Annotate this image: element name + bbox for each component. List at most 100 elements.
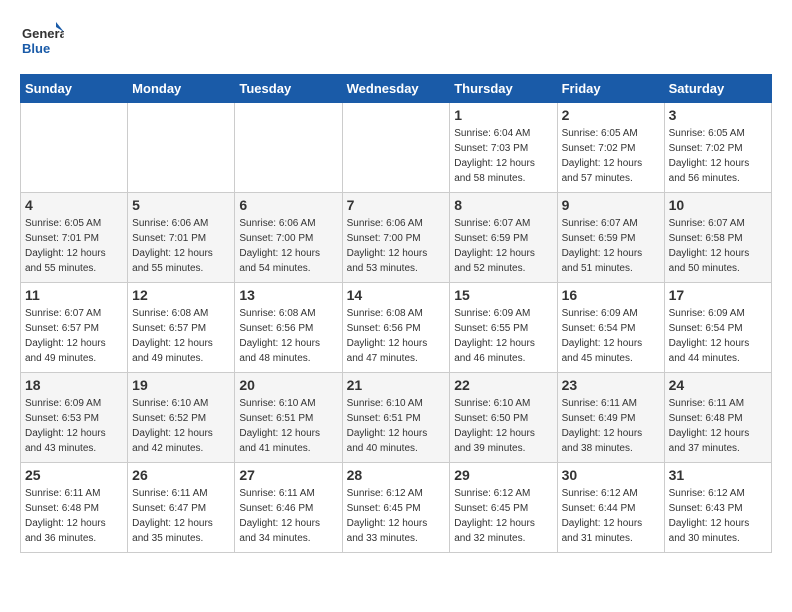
- day-number: 18: [25, 377, 123, 393]
- day-number: 29: [454, 467, 552, 483]
- day-cell-18: 18 Sunrise: 6:09 AMSunset: 6:53 PMDayligh…: [21, 373, 128, 463]
- day-info: Sunrise: 6:06 AMSunset: 7:00 PMDaylight:…: [239, 216, 337, 276]
- day-info: Sunrise: 6:10 AMSunset: 6:51 PMDaylight:…: [239, 396, 337, 456]
- day-number: 12: [132, 287, 230, 303]
- weekday-header-saturday: Saturday: [664, 75, 771, 103]
- day-cell-10: 10Sunrise: 6:07 AMSunset: 6:58 PMDayligh…: [664, 193, 771, 283]
- calendar-table: SundayMondayTuesdayWednesdayThursdayFrid…: [20, 74, 772, 553]
- day-cell-9: 9 Sunrise: 6:07 AMSunset: 6:59 PMDaylight…: [557, 193, 664, 283]
- week-row-3: 11Sunrise: 6:07 AMSunset: 6:57 PMDayligh…: [21, 283, 772, 373]
- day-number: 30: [562, 467, 660, 483]
- day-number: 5: [132, 197, 230, 213]
- day-info: Sunrise: 6:11 AMSunset: 6:48 PMDaylight:…: [25, 486, 123, 546]
- day-info: Sunrise: 6:10 AMSunset: 6:52 PMDaylight:…: [132, 396, 230, 456]
- day-info: Sunrise: 6:11 AMSunset: 6:48 PMDaylight:…: [669, 396, 767, 456]
- day-cell-25: 25Sunrise: 6:11 AMSunset: 6:48 PMDayligh…: [21, 463, 128, 553]
- week-row-4: 18 Sunrise: 6:09 AMSunset: 6:53 PMDayligh…: [21, 373, 772, 463]
- day-info: Sunrise: 6:07 AMSunset: 6:57 PMDaylight:…: [25, 306, 123, 366]
- day-cell-23: 23 Sunrise: 6:11 AMSunset: 6:49 PMDayligh…: [557, 373, 664, 463]
- day-number: 27: [239, 467, 337, 483]
- day-number: 1: [454, 107, 552, 123]
- day-info: Sunrise: 6:08 AMSunset: 6:56 PMDaylight:…: [239, 306, 337, 366]
- day-info: Sunrise: 6:07 AMSunset: 6:59 PMDaylight:…: [562, 216, 660, 276]
- empty-cell: [21, 103, 128, 193]
- day-number: 9: [562, 197, 660, 213]
- day-number: 13: [239, 287, 337, 303]
- day-info: Sunrise: 6:07 AMSunset: 6:59 PMDaylight:…: [454, 216, 552, 276]
- day-cell-2: 2Sunrise: 6:05 AMSunset: 7:02 PMDaylight…: [557, 103, 664, 193]
- day-info: Sunrise: 6:05 AMSunset: 7:02 PMDaylight:…: [669, 126, 767, 186]
- day-cell-1: 1 Sunrise: 6:04 AMSunset: 7:03 PMDaylight…: [450, 103, 557, 193]
- day-cell-19: 19 Sunrise: 6:10 AMSunset: 6:52 PMDayligh…: [128, 373, 235, 463]
- day-cell-8: 8 Sunrise: 6:07 AMSunset: 6:59 PMDaylight…: [450, 193, 557, 283]
- day-cell-21: 21Sunrise: 6:10 AMSunset: 6:51 PMDayligh…: [342, 373, 450, 463]
- day-info: Sunrise: 6:12 AMSunset: 6:45 PMDaylight:…: [347, 486, 446, 546]
- day-number: 24: [669, 377, 767, 393]
- day-info: Sunrise: 6:04 AMSunset: 7:03 PMDaylight:…: [454, 126, 552, 186]
- day-info: Sunrise: 6:09 AMSunset: 6:54 PMDaylight:…: [562, 306, 660, 366]
- day-number: 6: [239, 197, 337, 213]
- day-number: 14: [347, 287, 446, 303]
- day-cell-3: 3 Sunrise: 6:05 AMSunset: 7:02 PMDaylight…: [664, 103, 771, 193]
- day-number: 23: [562, 377, 660, 393]
- day-info: Sunrise: 6:09 AMSunset: 6:54 PMDaylight:…: [669, 306, 767, 366]
- day-info: Sunrise: 6:10 AMSunset: 6:51 PMDaylight:…: [347, 396, 446, 456]
- day-cell-6: 6 Sunrise: 6:06 AMSunset: 7:00 PMDaylight…: [235, 193, 342, 283]
- day-info: Sunrise: 6:09 AMSunset: 6:53 PMDaylight:…: [25, 396, 123, 456]
- day-number: 20: [239, 377, 337, 393]
- day-cell-15: 15 Sunrise: 6:09 AMSunset: 6:55 PMDayligh…: [450, 283, 557, 373]
- svg-text:Blue: Blue: [22, 41, 50, 56]
- day-info: Sunrise: 6:11 AMSunset: 6:46 PMDaylight:…: [239, 486, 337, 546]
- logo-svg: General Blue: [20, 20, 64, 64]
- day-cell-22: 22 Sunrise: 6:10 AMSunset: 6:50 PMDayligh…: [450, 373, 557, 463]
- empty-cell: [128, 103, 235, 193]
- week-row-2: 4Sunrise: 6:05 AMSunset: 7:01 PMDaylight…: [21, 193, 772, 283]
- day-cell-14: 14Sunrise: 6:08 AMSunset: 6:56 PMDayligh…: [342, 283, 450, 373]
- day-cell-16: 16Sunrise: 6:09 AMSunset: 6:54 PMDayligh…: [557, 283, 664, 373]
- weekday-header-wednesday: Wednesday: [342, 75, 450, 103]
- weekday-header-sunday: Sunday: [21, 75, 128, 103]
- svg-text:General: General: [22, 26, 64, 41]
- day-cell-31: 31 Sunrise: 6:12 AMSunset: 6:43 PMDayligh…: [664, 463, 771, 553]
- day-info: Sunrise: 6:09 AMSunset: 6:55 PMDaylight:…: [454, 306, 552, 366]
- weekday-header-row: SundayMondayTuesdayWednesdayThursdayFrid…: [21, 75, 772, 103]
- day-cell-4: 4Sunrise: 6:05 AMSunset: 7:01 PMDaylight…: [21, 193, 128, 283]
- day-info: Sunrise: 6:12 AMSunset: 6:45 PMDaylight:…: [454, 486, 552, 546]
- day-cell-30: 30 Sunrise: 6:12 AMSunset: 6:44 PMDayligh…: [557, 463, 664, 553]
- day-info: Sunrise: 6:06 AMSunset: 7:00 PMDaylight:…: [347, 216, 446, 276]
- week-row-5: 25Sunrise: 6:11 AMSunset: 6:48 PMDayligh…: [21, 463, 772, 553]
- day-info: Sunrise: 6:07 AMSunset: 6:58 PMDaylight:…: [669, 216, 767, 276]
- day-info: Sunrise: 6:05 AMSunset: 7:02 PMDaylight:…: [562, 126, 660, 186]
- day-number: 7: [347, 197, 446, 213]
- day-number: 22: [454, 377, 552, 393]
- weekday-header-friday: Friday: [557, 75, 664, 103]
- page-header: General Blue: [20, 20, 772, 64]
- day-number: 15: [454, 287, 552, 303]
- day-info: Sunrise: 6:12 AMSunset: 6:43 PMDaylight:…: [669, 486, 767, 546]
- day-number: 31: [669, 467, 767, 483]
- weekday-header-thursday: Thursday: [450, 75, 557, 103]
- weekday-header-monday: Monday: [128, 75, 235, 103]
- day-number: 17: [669, 287, 767, 303]
- day-info: Sunrise: 6:08 AMSunset: 6:57 PMDaylight:…: [132, 306, 230, 366]
- logo: General Blue: [20, 20, 64, 64]
- day-cell-5: 5 Sunrise: 6:06 AMSunset: 7:01 PMDaylight…: [128, 193, 235, 283]
- day-info: Sunrise: 6:11 AMSunset: 6:49 PMDaylight:…: [562, 396, 660, 456]
- day-info: Sunrise: 6:06 AMSunset: 7:01 PMDaylight:…: [132, 216, 230, 276]
- day-number: 3: [669, 107, 767, 123]
- empty-cell: [342, 103, 450, 193]
- day-number: 8: [454, 197, 552, 213]
- day-cell-26: 26Sunrise: 6:11 AMSunset: 6:47 PMDayligh…: [128, 463, 235, 553]
- day-number: 19: [132, 377, 230, 393]
- day-cell-20: 20 Sunrise: 6:10 AMSunset: 6:51 PMDayligh…: [235, 373, 342, 463]
- day-cell-29: 29 Sunrise: 6:12 AMSunset: 6:45 PMDayligh…: [450, 463, 557, 553]
- day-cell-12: 12 Sunrise: 6:08 AMSunset: 6:57 PMDayligh…: [128, 283, 235, 373]
- day-cell-27: 27 Sunrise: 6:11 AMSunset: 6:46 PMDayligh…: [235, 463, 342, 553]
- day-cell-11: 11Sunrise: 6:07 AMSunset: 6:57 PMDayligh…: [21, 283, 128, 373]
- day-info: Sunrise: 6:12 AMSunset: 6:44 PMDaylight:…: [562, 486, 660, 546]
- day-cell-28: 28Sunrise: 6:12 AMSunset: 6:45 PMDayligh…: [342, 463, 450, 553]
- day-cell-24: 24 Sunrise: 6:11 AMSunset: 6:48 PMDayligh…: [664, 373, 771, 463]
- day-number: 26: [132, 467, 230, 483]
- weekday-header-tuesday: Tuesday: [235, 75, 342, 103]
- day-info: Sunrise: 6:10 AMSunset: 6:50 PMDaylight:…: [454, 396, 552, 456]
